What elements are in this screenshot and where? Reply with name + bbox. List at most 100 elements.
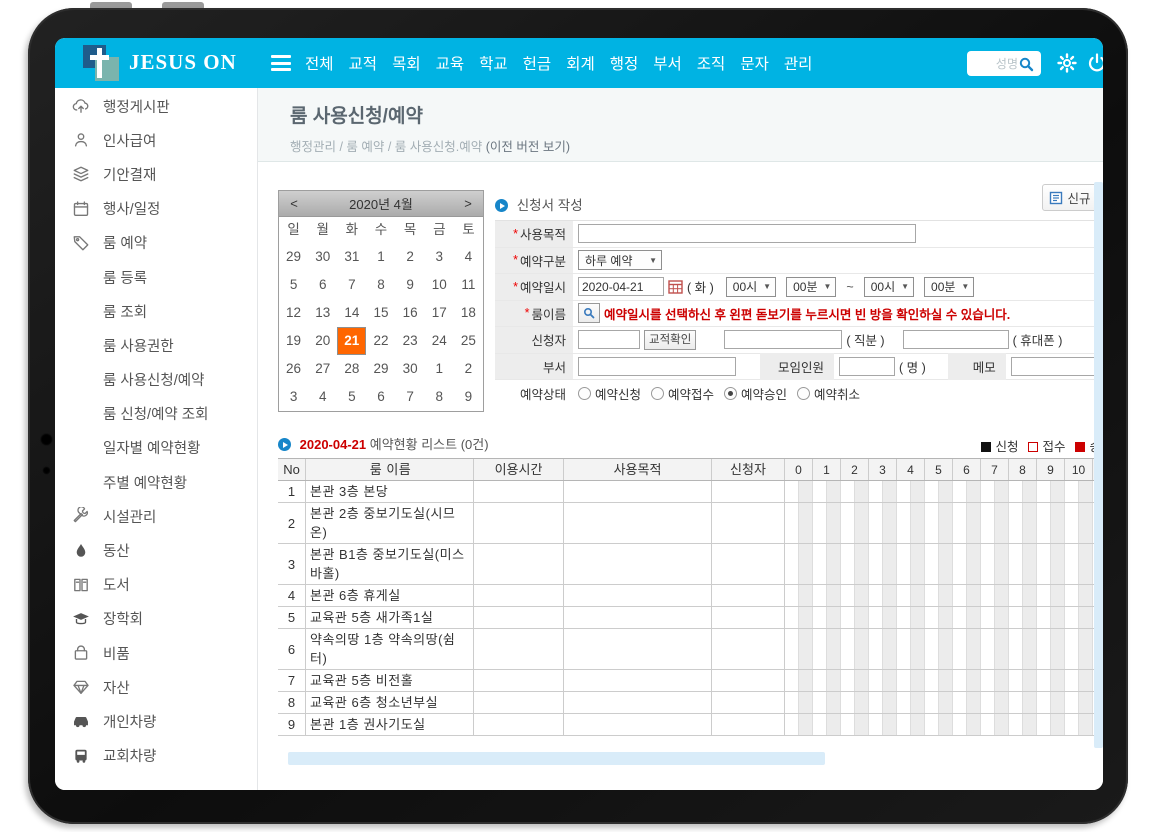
time-slot-cell[interactable] [869, 544, 883, 584]
time-slot-cell[interactable] [1065, 629, 1079, 669]
purpose-input[interactable] [578, 224, 916, 243]
time-slot-cell[interactable] [855, 692, 869, 713]
time-slot-cell[interactable] [967, 503, 981, 543]
time-slot-cell[interactable] [925, 607, 939, 628]
time-slot-cell[interactable] [939, 670, 953, 691]
time-slot-cell[interactable] [869, 607, 883, 628]
time-slot-cell[interactable] [813, 585, 827, 606]
time-slot-cell[interactable] [967, 481, 981, 502]
time-slot-cell[interactable] [925, 692, 939, 713]
calendar-day[interactable]: 2 [454, 355, 483, 383]
time-slot-cell[interactable] [1009, 585, 1023, 606]
time-slot-cell[interactable] [911, 629, 925, 669]
time-slot-cell[interactable] [897, 607, 911, 628]
time-slot-cell[interactable] [799, 544, 813, 584]
calendar-day[interactable]: 25 [454, 327, 483, 355]
status-radio-0[interactable] [578, 387, 591, 400]
time-slot-cell[interactable] [939, 629, 953, 669]
time-slot-cell[interactable] [897, 629, 911, 669]
time-slot-cell[interactable] [897, 670, 911, 691]
time-slot-cell[interactable] [883, 481, 897, 502]
time-slot-cell[interactable] [1065, 585, 1079, 606]
time-slot-cell[interactable] [897, 692, 911, 713]
time-slot-cell[interactable] [967, 692, 981, 713]
time-slot-cell[interactable] [855, 544, 869, 584]
time-slot-cell[interactable] [1037, 629, 1051, 669]
calendar-day[interactable]: 9 [396, 271, 425, 299]
time-slot-cell[interactable] [799, 670, 813, 691]
time-slot-cell[interactable] [925, 481, 939, 502]
time-slot-cell[interactable] [855, 585, 869, 606]
sidebar-item-14[interactable]: 도서 [55, 568, 257, 602]
nav-item-6[interactable]: 회계 [566, 52, 595, 74]
calendar-day[interactable]: 30 [308, 243, 337, 271]
nav-item-0[interactable]: 전체 [305, 52, 334, 74]
time-slot-cell[interactable] [869, 481, 883, 502]
time-slot-cell[interactable] [869, 503, 883, 543]
time-slot-cell[interactable] [827, 629, 841, 669]
calendar-day[interactable]: 22 [366, 327, 395, 355]
time-slot-cell[interactable] [841, 503, 855, 543]
time-slot-cell[interactable] [1023, 692, 1037, 713]
calendar-day[interactable]: 27 [308, 355, 337, 383]
time-slot-cell[interactable] [869, 714, 883, 735]
time-slot-cell[interactable] [785, 670, 799, 691]
time-slot-cell[interactable] [1023, 585, 1037, 606]
time-slot-cell[interactable] [1065, 692, 1079, 713]
time-slot-cell[interactable] [939, 607, 953, 628]
time-slot-cell[interactable] [813, 670, 827, 691]
applicant-phone-input[interactable] [903, 330, 1009, 349]
calendar-day[interactable]: 17 [425, 299, 454, 327]
time-slot-cell[interactable] [785, 481, 799, 502]
sidebar-item-4[interactable]: 룸 예약 [55, 226, 257, 260]
time-slot-cell[interactable] [1079, 503, 1093, 543]
calendar-day[interactable]: 29 [366, 355, 395, 383]
time-slot-cell[interactable] [1065, 714, 1079, 735]
calendar-day[interactable]: 6 [308, 271, 337, 299]
calendar-day-selected[interactable]: 21 [337, 327, 366, 355]
members-count-input[interactable] [839, 357, 895, 376]
calendar-day[interactable]: 9 [454, 383, 483, 411]
time-slot-cell[interactable] [967, 585, 981, 606]
time-slot-cell[interactable] [939, 585, 953, 606]
date-picker-icon[interactable] [668, 279, 683, 294]
calendar-day[interactable]: 19 [279, 327, 308, 355]
time-slot-cell[interactable] [981, 544, 995, 584]
sidebar-item-0[interactable]: 행정게시판 [55, 89, 257, 123]
time-slot-cell[interactable] [1065, 670, 1079, 691]
calendar-day[interactable]: 3 [279, 383, 308, 411]
time-slot-cell[interactable] [995, 714, 1009, 735]
time-slot-cell[interactable] [827, 481, 841, 502]
time-slot-cell[interactable] [897, 585, 911, 606]
time-slot-cell[interactable] [813, 481, 827, 502]
calendar-day[interactable]: 2 [396, 243, 425, 271]
time-slot-cell[interactable] [995, 481, 1009, 502]
time-slot-cell[interactable] [1037, 714, 1051, 735]
calendar-day[interactable]: 11 [454, 271, 483, 299]
time-slot-cell[interactable] [841, 607, 855, 628]
time-slot-cell[interactable] [799, 607, 813, 628]
calendar-prev-button[interactable]: < [287, 196, 301, 211]
time-slot-cell[interactable] [841, 714, 855, 735]
calendar-day[interactable]: 13 [308, 299, 337, 327]
time-slot-cell[interactable] [967, 607, 981, 628]
calendar-day[interactable]: 26 [279, 355, 308, 383]
time-slot-cell[interactable] [1023, 544, 1037, 584]
hamburger-menu-icon[interactable] [271, 55, 291, 71]
calendar-day[interactable]: 28 [337, 355, 366, 383]
time-slot-cell[interactable] [925, 629, 939, 669]
time-slot-cell[interactable] [841, 544, 855, 584]
time-slot-cell[interactable] [1009, 670, 1023, 691]
time-slot-cell[interactable] [1009, 481, 1023, 502]
time-slot-cell[interactable] [799, 585, 813, 606]
time-slot-cell[interactable] [855, 670, 869, 691]
calendar-day[interactable]: 1 [366, 243, 395, 271]
time-slot-cell[interactable] [995, 503, 1009, 543]
time-slot-cell[interactable] [911, 481, 925, 502]
calendar-day[interactable]: 10 [425, 271, 454, 299]
calendar-day[interactable]: 5 [337, 383, 366, 411]
time-slot-cell[interactable] [1065, 481, 1079, 502]
nav-item-2[interactable]: 목회 [392, 52, 421, 74]
time-slot-cell[interactable] [1065, 544, 1079, 584]
calendar-day[interactable]: 7 [396, 383, 425, 411]
